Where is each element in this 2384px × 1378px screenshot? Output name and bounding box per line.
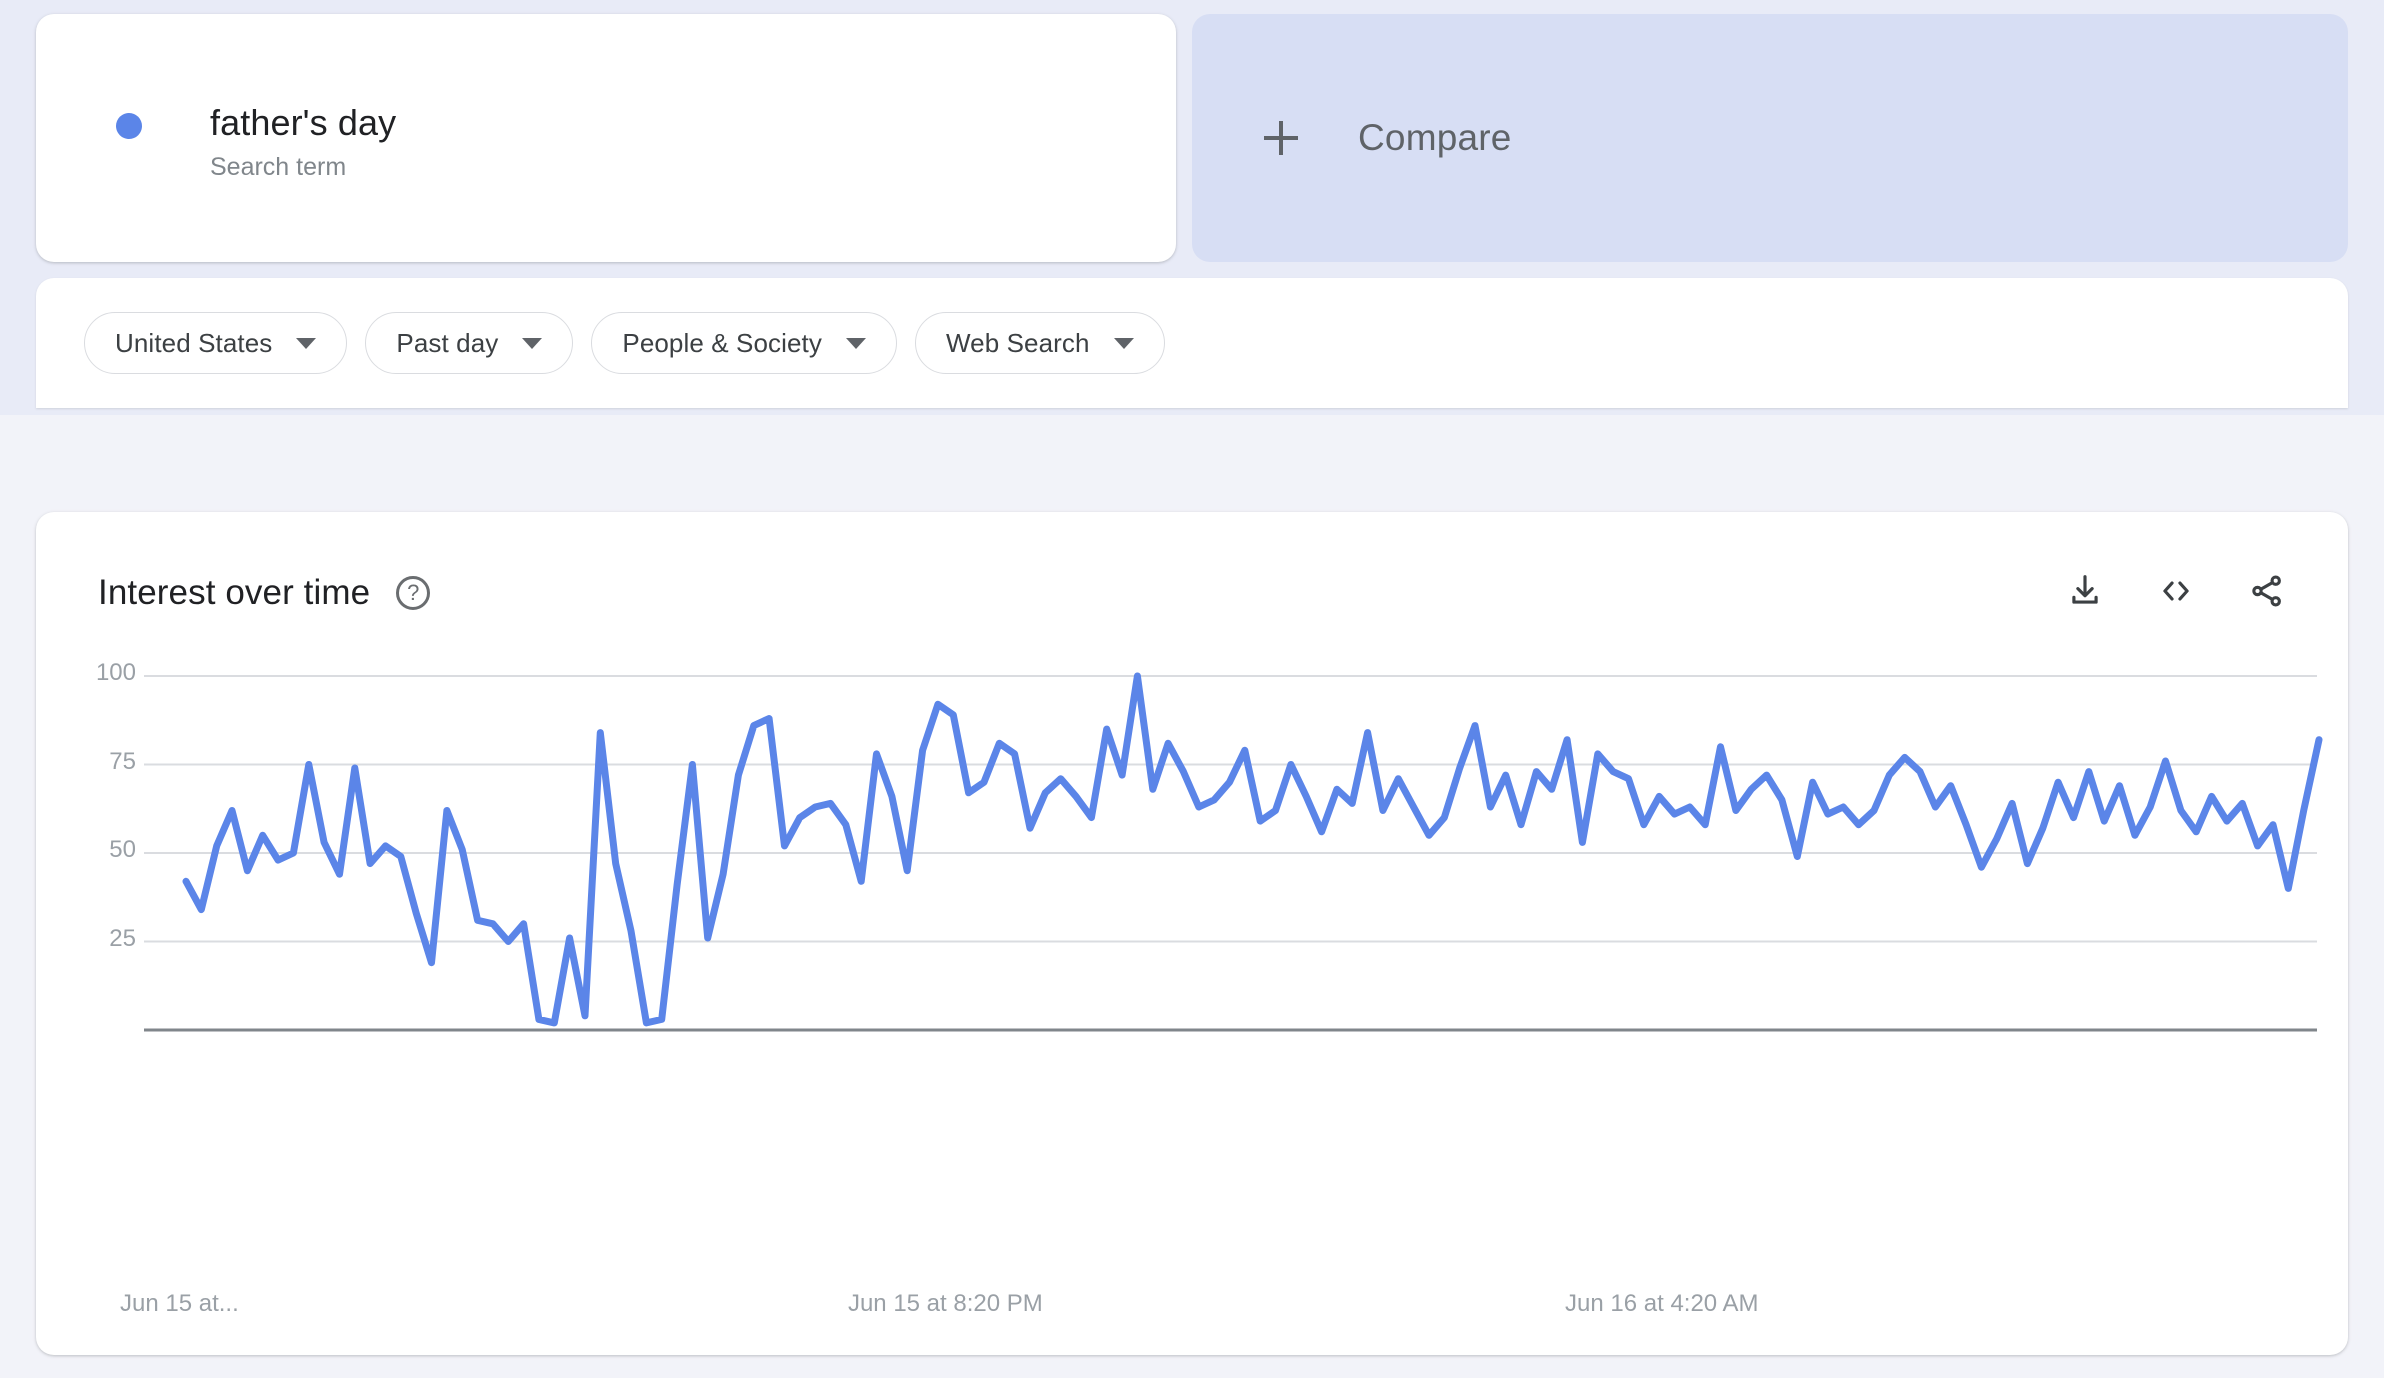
chevron-down-icon [522,337,543,349]
google-trends-page: father's day Search term Compare United … [0,0,2384,1378]
filter-searchtype-label: Web Search [945,327,1090,358]
x-axis-tick-label: Jun 15 at... [120,1290,239,1317]
chevron-down-icon [845,337,866,349]
y-axis-tick-label: 75 [109,747,136,775]
chevron-down-icon [296,337,317,349]
x-axis-tick-label: Jun 16 at 4:20 AM [1565,1290,1759,1317]
compare-content: Compare [1264,117,1512,159]
chart-plot-area: 100 75 50 25 Jun 15 at... Jun 15 at 8:20 PM J… [36,642,2348,1322]
search-term-type: Search term [210,153,347,182]
chart-action-buttons [2066,572,2286,615]
y-axis-tick-label: 50 [109,836,136,863]
search-term-card[interactable]: father's day Search term [36,14,1176,262]
filter-pill-group: United States Past day People & Society … [84,278,1165,408]
filter-location-dropdown[interactable]: United States [84,312,348,374]
filter-bar: United States Past day People & Society … [36,278,2348,408]
x-axis-tick-label: Jun 15 at 8:20 PM [847,1290,1043,1317]
plus-icon [1264,121,1298,155]
interest-over-time-card: Interest over time ? 100 75 50 25 Jun 15… [36,512,2348,1355]
chart-title-group: Interest over time ? [98,573,431,613]
series-color-dot [116,113,142,139]
y-axis-tick-label: 25 [109,924,136,952]
chevron-down-icon [1113,337,1134,349]
help-circle-icon[interactable]: ? [396,576,431,610]
filter-category-dropdown[interactable]: People & Society [591,312,897,374]
filter-category-label: People & Society [622,327,822,358]
filter-timerange-dropdown[interactable]: Past day [365,312,574,374]
chart-title: Interest over time [98,573,371,612]
compare-button[interactable]: Compare [1192,14,2348,262]
search-terms-row: father's day Search term Compare [36,14,2348,262]
download-icon[interactable] [2066,572,2104,615]
chart-header: Interest over time ? [98,564,2286,622]
filter-location-label: United States [115,327,273,358]
interest-line-chart[interactable] [36,642,2348,1322]
search-term-name: father's day [210,102,397,143]
share-icon[interactable] [2248,572,2286,615]
filter-searchtype-dropdown[interactable]: Web Search [914,312,1165,374]
search-term-texts: father's day Search term [210,102,396,182]
compare-label: Compare [1358,117,1512,158]
embed-code-icon[interactable] [2156,572,2196,615]
y-axis-tick-label: 100 [95,659,136,686]
filter-timerange-label: Past day [396,327,499,358]
search-term-content: father's day Search term [116,102,396,182]
